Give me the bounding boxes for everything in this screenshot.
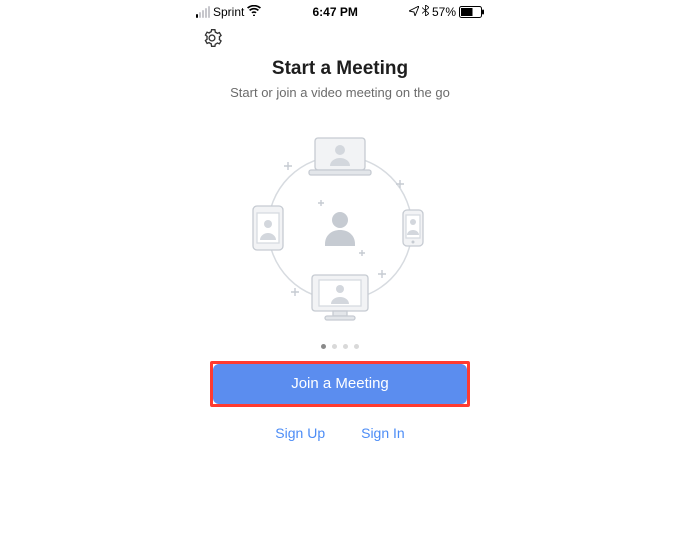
- sign-in-link[interactable]: Sign In: [361, 425, 405, 441]
- page-title: Start a Meeting: [190, 58, 490, 80]
- page-indicator: [190, 344, 490, 349]
- secondary-links: Sign Up Sign In: [190, 425, 490, 441]
- battery-icon: [459, 6, 484, 18]
- onboarding-illustration: [190, 120, 490, 330]
- page-subtitle: Start or join a video meeting on the go: [190, 84, 490, 102]
- sign-up-link[interactable]: Sign Up: [275, 425, 325, 441]
- carrier-label: Sprint: [213, 5, 244, 19]
- status-bar-left: Sprint: [196, 5, 261, 19]
- devices-illustration: [235, 120, 445, 330]
- page-dot: [354, 344, 359, 349]
- status-bar: Sprint 6:47 PM 57%: [190, 2, 490, 22]
- page-dot: [343, 344, 348, 349]
- page-dot: [321, 344, 326, 349]
- cta-highlight: Join a Meeting: [210, 361, 470, 407]
- bluetooth-icon: [422, 5, 429, 19]
- app-screen: Sprint 6:47 PM 57% Start a Meeting Sta: [190, 0, 490, 536]
- battery-percent-label: 57%: [432, 5, 456, 19]
- join-meeting-button[interactable]: Join a Meeting: [213, 364, 467, 404]
- clock-label: 6:47 PM: [312, 5, 357, 19]
- signal-bars-icon: [196, 6, 210, 18]
- page-dot: [332, 344, 337, 349]
- top-toolbar: [190, 22, 490, 54]
- title-block: Start a Meeting Start or join a video me…: [190, 58, 490, 102]
- status-bar-right: 57%: [409, 5, 484, 19]
- location-icon: [409, 5, 419, 19]
- gear-icon[interactable]: [202, 28, 222, 48]
- wifi-icon: [247, 5, 261, 19]
